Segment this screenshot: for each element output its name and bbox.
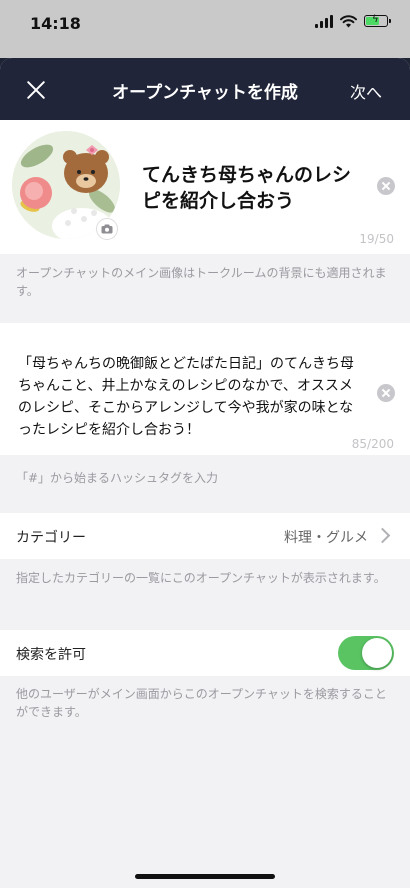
- clear-description-icon[interactable]: [377, 384, 395, 402]
- description-section: 「母ちゃんちの晩御飯とどたばた日記」のてんきち母ちゃんこと、井上かなえのレシピの…: [0, 323, 410, 455]
- chevron-right-icon: [374, 527, 391, 544]
- nav-bar: オープンチャットを作成 次へ: [0, 58, 410, 120]
- status-time: 14:18: [30, 14, 81, 33]
- image-note: オープンチャットのメイン画像はトークルームの背景にも適用されます。: [16, 266, 387, 298]
- description-char-counter: 85/200: [351, 437, 394, 451]
- wifi-icon: [340, 14, 357, 27]
- status-bar: 14:18 ϟ: [0, 0, 410, 58]
- category-value: 料理・グルメ: [284, 530, 368, 546]
- name-char-counter: 19/50: [359, 232, 394, 246]
- profile-section: てんきち母ちゃんのレシピを紹介し合おう 19/50: [0, 120, 410, 254]
- search-permission-row: 検索を許可: [0, 630, 410, 676]
- category-label: カテゴリー: [16, 530, 86, 546]
- hashtag-input[interactable]: 「#」から始まるハッシュタグを入力: [16, 469, 394, 487]
- cellular-signal-icon: [315, 14, 333, 28]
- room-name-input[interactable]: てんきち母ちゃんのレシピを紹介し合おう: [142, 162, 362, 214]
- home-indicator[interactable]: [135, 874, 275, 879]
- search-permission-label: 検索を許可: [16, 647, 86, 663]
- description-input[interactable]: 「母ちゃんちの晩御飯とどたばた日記」のてんきち母ちゃんこと、井上かなえのレシピの…: [18, 353, 363, 441]
- search-permission-toggle[interactable]: [338, 636, 394, 670]
- status-icons: ϟ: [315, 14, 391, 28]
- category-row[interactable]: カテゴリー 料理・グルメ: [0, 513, 410, 559]
- category-note: 指定したカテゴリーの一覧にこのオープンチャットが表示されます。: [16, 571, 386, 585]
- search-note: 他のユーザーがメイン画面からこのオープンチャットを検索することができます。: [16, 687, 387, 719]
- page-title: オープンチャットを作成: [112, 83, 298, 103]
- next-button[interactable]: 次へ: [350, 79, 382, 103]
- battery-icon: ϟ: [364, 14, 391, 27]
- create-openchat-sheet: オープンチャットを作成 次へ てんきち母ちゃんのレシピを紹介し合おう 19/50…: [0, 58, 410, 888]
- toggle-knob: [362, 638, 392, 668]
- camera-icon[interactable]: [96, 218, 118, 240]
- clear-name-icon[interactable]: [377, 177, 395, 195]
